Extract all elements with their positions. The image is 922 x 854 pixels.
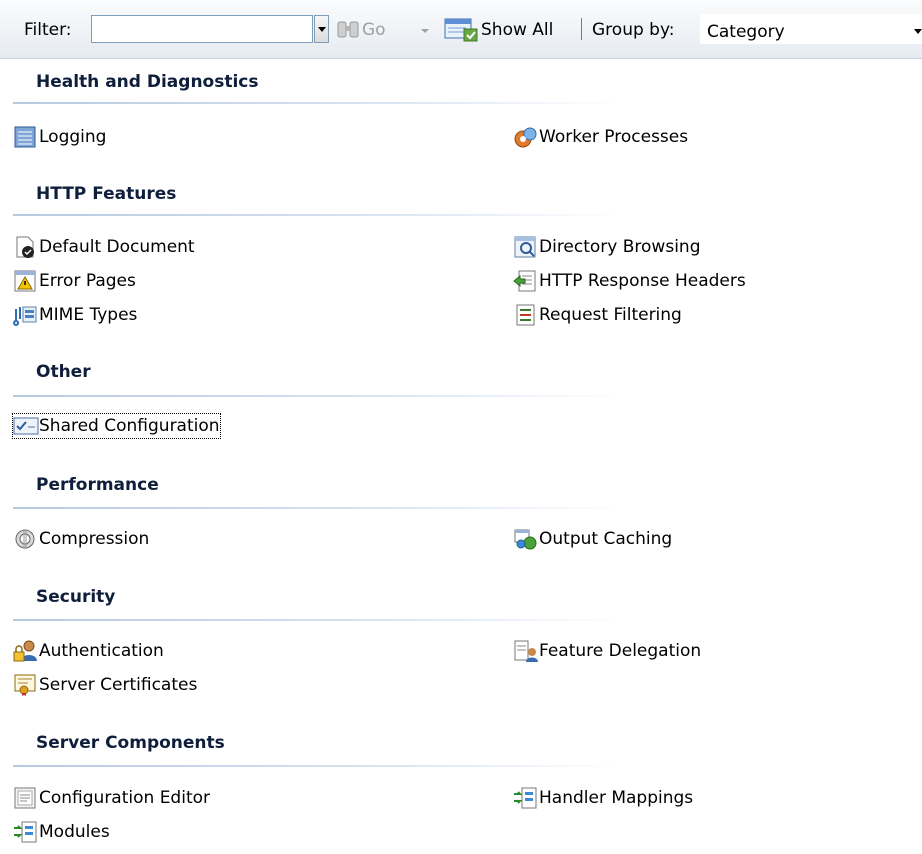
feature-label: Request Filtering	[539, 305, 682, 325]
directory-browsing-icon	[513, 235, 539, 259]
feature-worker-processes[interactable]: Worker Processes	[513, 125, 688, 149]
group-by-value[interactable]: Category	[707, 22, 785, 42]
worker-processes-icon	[513, 125, 539, 149]
feature-server-certificates[interactable]: Server Certificates	[13, 673, 197, 697]
feature-label: Configuration Editor	[39, 788, 211, 808]
group-title-health-and-diagnostics: Health and Diagnostics	[36, 72, 259, 92]
default-document-icon	[13, 235, 39, 259]
chevron-down-icon[interactable]	[914, 29, 922, 34]
filter-dropdown-button[interactable]	[314, 15, 329, 43]
feature-http-response-headers[interactable]: HTTP Response Headers	[513, 269, 746, 293]
group-title-other: Other	[36, 362, 91, 382]
feature-configuration-editor[interactable]: Configuration Editor	[13, 786, 210, 810]
feature-default-document[interactable]: Default Document	[13, 235, 195, 259]
server-certificates-icon	[13, 673, 39, 697]
feature-shared-configuration[interactable]: Shared Configuration	[12, 413, 221, 439]
show-all-icon[interactable]	[444, 16, 478, 42]
compression-icon	[13, 527, 39, 551]
group-by-label: Group by:	[592, 20, 675, 40]
go-dropdown-icon[interactable]	[421, 29, 429, 33]
feature-label: Shared Configuration	[39, 416, 220, 436]
http-response-headers-icon	[513, 269, 539, 293]
filter-label: Filter:	[24, 20, 72, 40]
feature-label: HTTP Response Headers	[539, 271, 746, 291]
toolbar: Filter: Go Show All Group by: Category	[0, 0, 922, 59]
feature-label: Feature Delegation	[539, 641, 702, 661]
feature-directory-browsing[interactable]: Directory Browsing	[513, 235, 700, 259]
feature-label: Compression	[39, 529, 150, 549]
toolbar-separator	[581, 18, 582, 40]
feature-label: Authentication	[39, 641, 164, 661]
feature-label: Logging	[39, 127, 107, 147]
output-caching-icon	[513, 527, 539, 551]
authentication-icon	[13, 639, 39, 663]
feature-label: MIME Types	[39, 305, 138, 325]
group-title-security: Security	[36, 587, 116, 607]
feature-feature-delegation[interactable]: Feature Delegation	[513, 639, 701, 663]
group-divider	[13, 507, 623, 509]
group-title-server-components: Server Components	[36, 733, 225, 753]
feature-handler-mappings[interactable]: Handler Mappings	[513, 786, 693, 810]
group-divider	[13, 765, 623, 767]
feature-logging[interactable]: Logging	[13, 125, 106, 149]
group-divider	[13, 395, 623, 397]
feature-label: Worker Processes	[539, 127, 689, 147]
feature-label: Default Document	[39, 237, 195, 257]
show-all-button[interactable]: Show All	[481, 20, 553, 40]
feature-delegation-icon	[513, 639, 539, 663]
group-divider	[13, 214, 623, 216]
feature-mime-types[interactable]: MIME Types	[13, 303, 137, 327]
request-filtering-icon	[513, 303, 539, 327]
feature-compression[interactable]: Compression	[13, 527, 149, 551]
feature-output-caching[interactable]: Output Caching	[513, 527, 672, 551]
feature-label: Output Caching	[539, 529, 673, 549]
mime-types-icon	[13, 303, 39, 327]
modules-icon	[13, 820, 39, 844]
feature-label: Server Certificates	[39, 675, 198, 695]
error-pages-icon	[13, 269, 39, 293]
feature-label: Handler Mappings	[539, 788, 694, 808]
logging-icon	[13, 125, 39, 149]
chevron-down-icon	[317, 26, 326, 32]
handler-mappings-icon	[513, 786, 539, 810]
filter-input[interactable]	[91, 15, 313, 43]
group-title-performance: Performance	[36, 475, 159, 495]
configuration-editor-icon	[13, 786, 39, 810]
feature-error-pages[interactable]: Error Pages	[13, 269, 136, 293]
binoculars-icon[interactable]	[336, 17, 360, 41]
feature-label: Modules	[39, 822, 110, 842]
feature-authentication[interactable]: Authentication	[13, 639, 164, 663]
feature-request-filtering[interactable]: Request Filtering	[513, 303, 682, 327]
feature-label: Directory Browsing	[539, 237, 701, 257]
group-title-http-features: HTTP Features	[36, 184, 177, 204]
feature-modules[interactable]: Modules	[13, 820, 110, 844]
feature-label: Error Pages	[39, 271, 136, 291]
go-button[interactable]: Go	[362, 20, 386, 40]
group-divider	[13, 102, 623, 104]
shared-configuration-icon	[13, 414, 39, 438]
group-divider	[13, 619, 623, 621]
